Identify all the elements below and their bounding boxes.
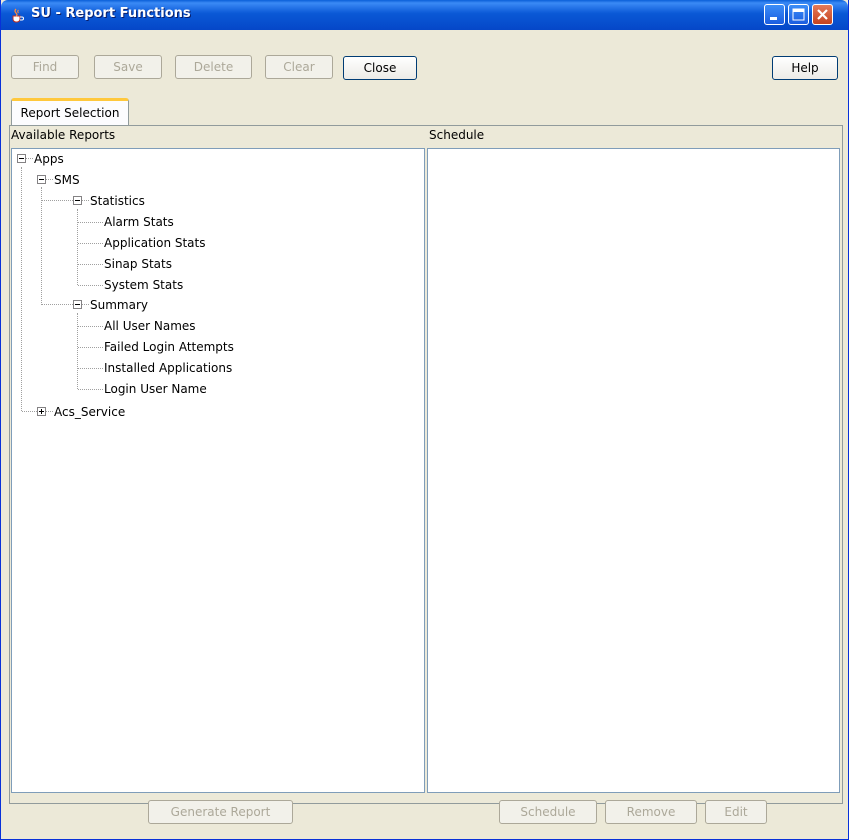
remove-button[interactable]: Remove <box>605 800 697 824</box>
minimize-button[interactable] <box>764 4 785 25</box>
help-button[interactable]: Help <box>772 56 838 80</box>
tree-leaf-alarm-stats[interactable]: Alarm Stats <box>104 215 174 229</box>
tree-leaf-failed-login-attempts[interactable]: Failed Login Attempts <box>104 340 234 354</box>
collapse-toggle-sms[interactable] <box>37 175 46 184</box>
save-button[interactable]: Save <box>94 55 162 79</box>
collapse-toggle-apps[interactable] <box>17 154 26 163</box>
title-bar[interactable]: SU - Report Functions <box>1 0 848 30</box>
minus-icon <box>19 158 24 159</box>
generate-report-button[interactable]: Generate Report <box>148 800 293 824</box>
tree-connector <box>42 304 73 305</box>
available-reports-tree[interactable]: Apps SMS Statistics Alarm Stats Applicat… <box>11 148 425 793</box>
close-window-button[interactable] <box>812 4 833 25</box>
tree-connector <box>78 347 103 348</box>
tree-node-apps[interactable]: Apps <box>34 152 64 166</box>
tree-leaf-application-stats[interactable]: Application Stats <box>104 236 206 250</box>
tree-connector <box>78 368 103 369</box>
tree-connector <box>21 167 22 411</box>
find-button[interactable]: Find <box>11 55 79 79</box>
close-icon <box>817 9 828 20</box>
window-title: SU - Report Functions <box>31 6 191 21</box>
schedule-list[interactable] <box>427 148 840 793</box>
maximize-icon <box>792 8 805 21</box>
tree-connector <box>78 389 103 390</box>
minus-icon <box>39 179 44 180</box>
tree-connector <box>46 179 53 180</box>
clear-button[interactable]: Clear <box>265 55 333 79</box>
tree-connector <box>77 209 78 285</box>
tree-leaf-all-user-names[interactable]: All User Names <box>104 319 196 333</box>
edit-button[interactable]: Edit <box>705 800 767 824</box>
tree-leaf-system-stats[interactable]: System Stats <box>104 278 183 292</box>
expand-toggle-acs-service[interactable] <box>37 407 46 416</box>
tree-connector <box>78 326 103 327</box>
delete-button[interactable]: Delete <box>175 55 252 79</box>
tree-connector <box>82 200 89 201</box>
schedule-header: Schedule <box>429 128 485 142</box>
tree-connector <box>26 158 33 159</box>
tab-report-selection[interactable]: Report Selection <box>11 98 129 125</box>
java-cup-icon <box>9 7 25 23</box>
tree-connector <box>78 264 103 265</box>
tree-connector <box>46 411 53 412</box>
maximize-button[interactable] <box>788 4 809 25</box>
tree-connector <box>78 222 103 223</box>
tree-leaf-login-user-name[interactable]: Login User Name <box>104 382 207 396</box>
report-functions-window: SU - Report Functions Find Save Delete C… <box>0 0 849 840</box>
tree-leaf-installed-applications[interactable]: Installed Applications <box>104 361 232 375</box>
tree-connector <box>41 187 42 305</box>
close-button[interactable]: Close <box>343 56 417 80</box>
minimize-icon <box>770 17 777 20</box>
tree-connector <box>77 313 78 389</box>
tree-connector <box>42 200 73 201</box>
minus-icon <box>75 304 80 305</box>
collapse-toggle-summary[interactable] <box>73 300 82 309</box>
tree-node-statistics[interactable]: Statistics <box>90 194 145 208</box>
collapse-toggle-statistics[interactable] <box>73 196 82 205</box>
tree-connector <box>78 243 103 244</box>
tree-node-sms[interactable]: SMS <box>54 173 80 187</box>
tree-connector <box>78 285 103 286</box>
minus-icon <box>75 200 80 201</box>
tree-leaf-sinap-stats[interactable]: Sinap Stats <box>104 257 172 271</box>
plus-icon <box>39 409 44 414</box>
tree-node-acs-service[interactable]: Acs_Service <box>54 405 125 419</box>
available-reports-header: Available Reports <box>11 128 116 142</box>
tree-connector <box>22 411 37 412</box>
tree-connector <box>82 304 89 305</box>
tree-node-summary[interactable]: Summary <box>90 298 148 312</box>
schedule-button[interactable]: Schedule <box>499 800 597 824</box>
